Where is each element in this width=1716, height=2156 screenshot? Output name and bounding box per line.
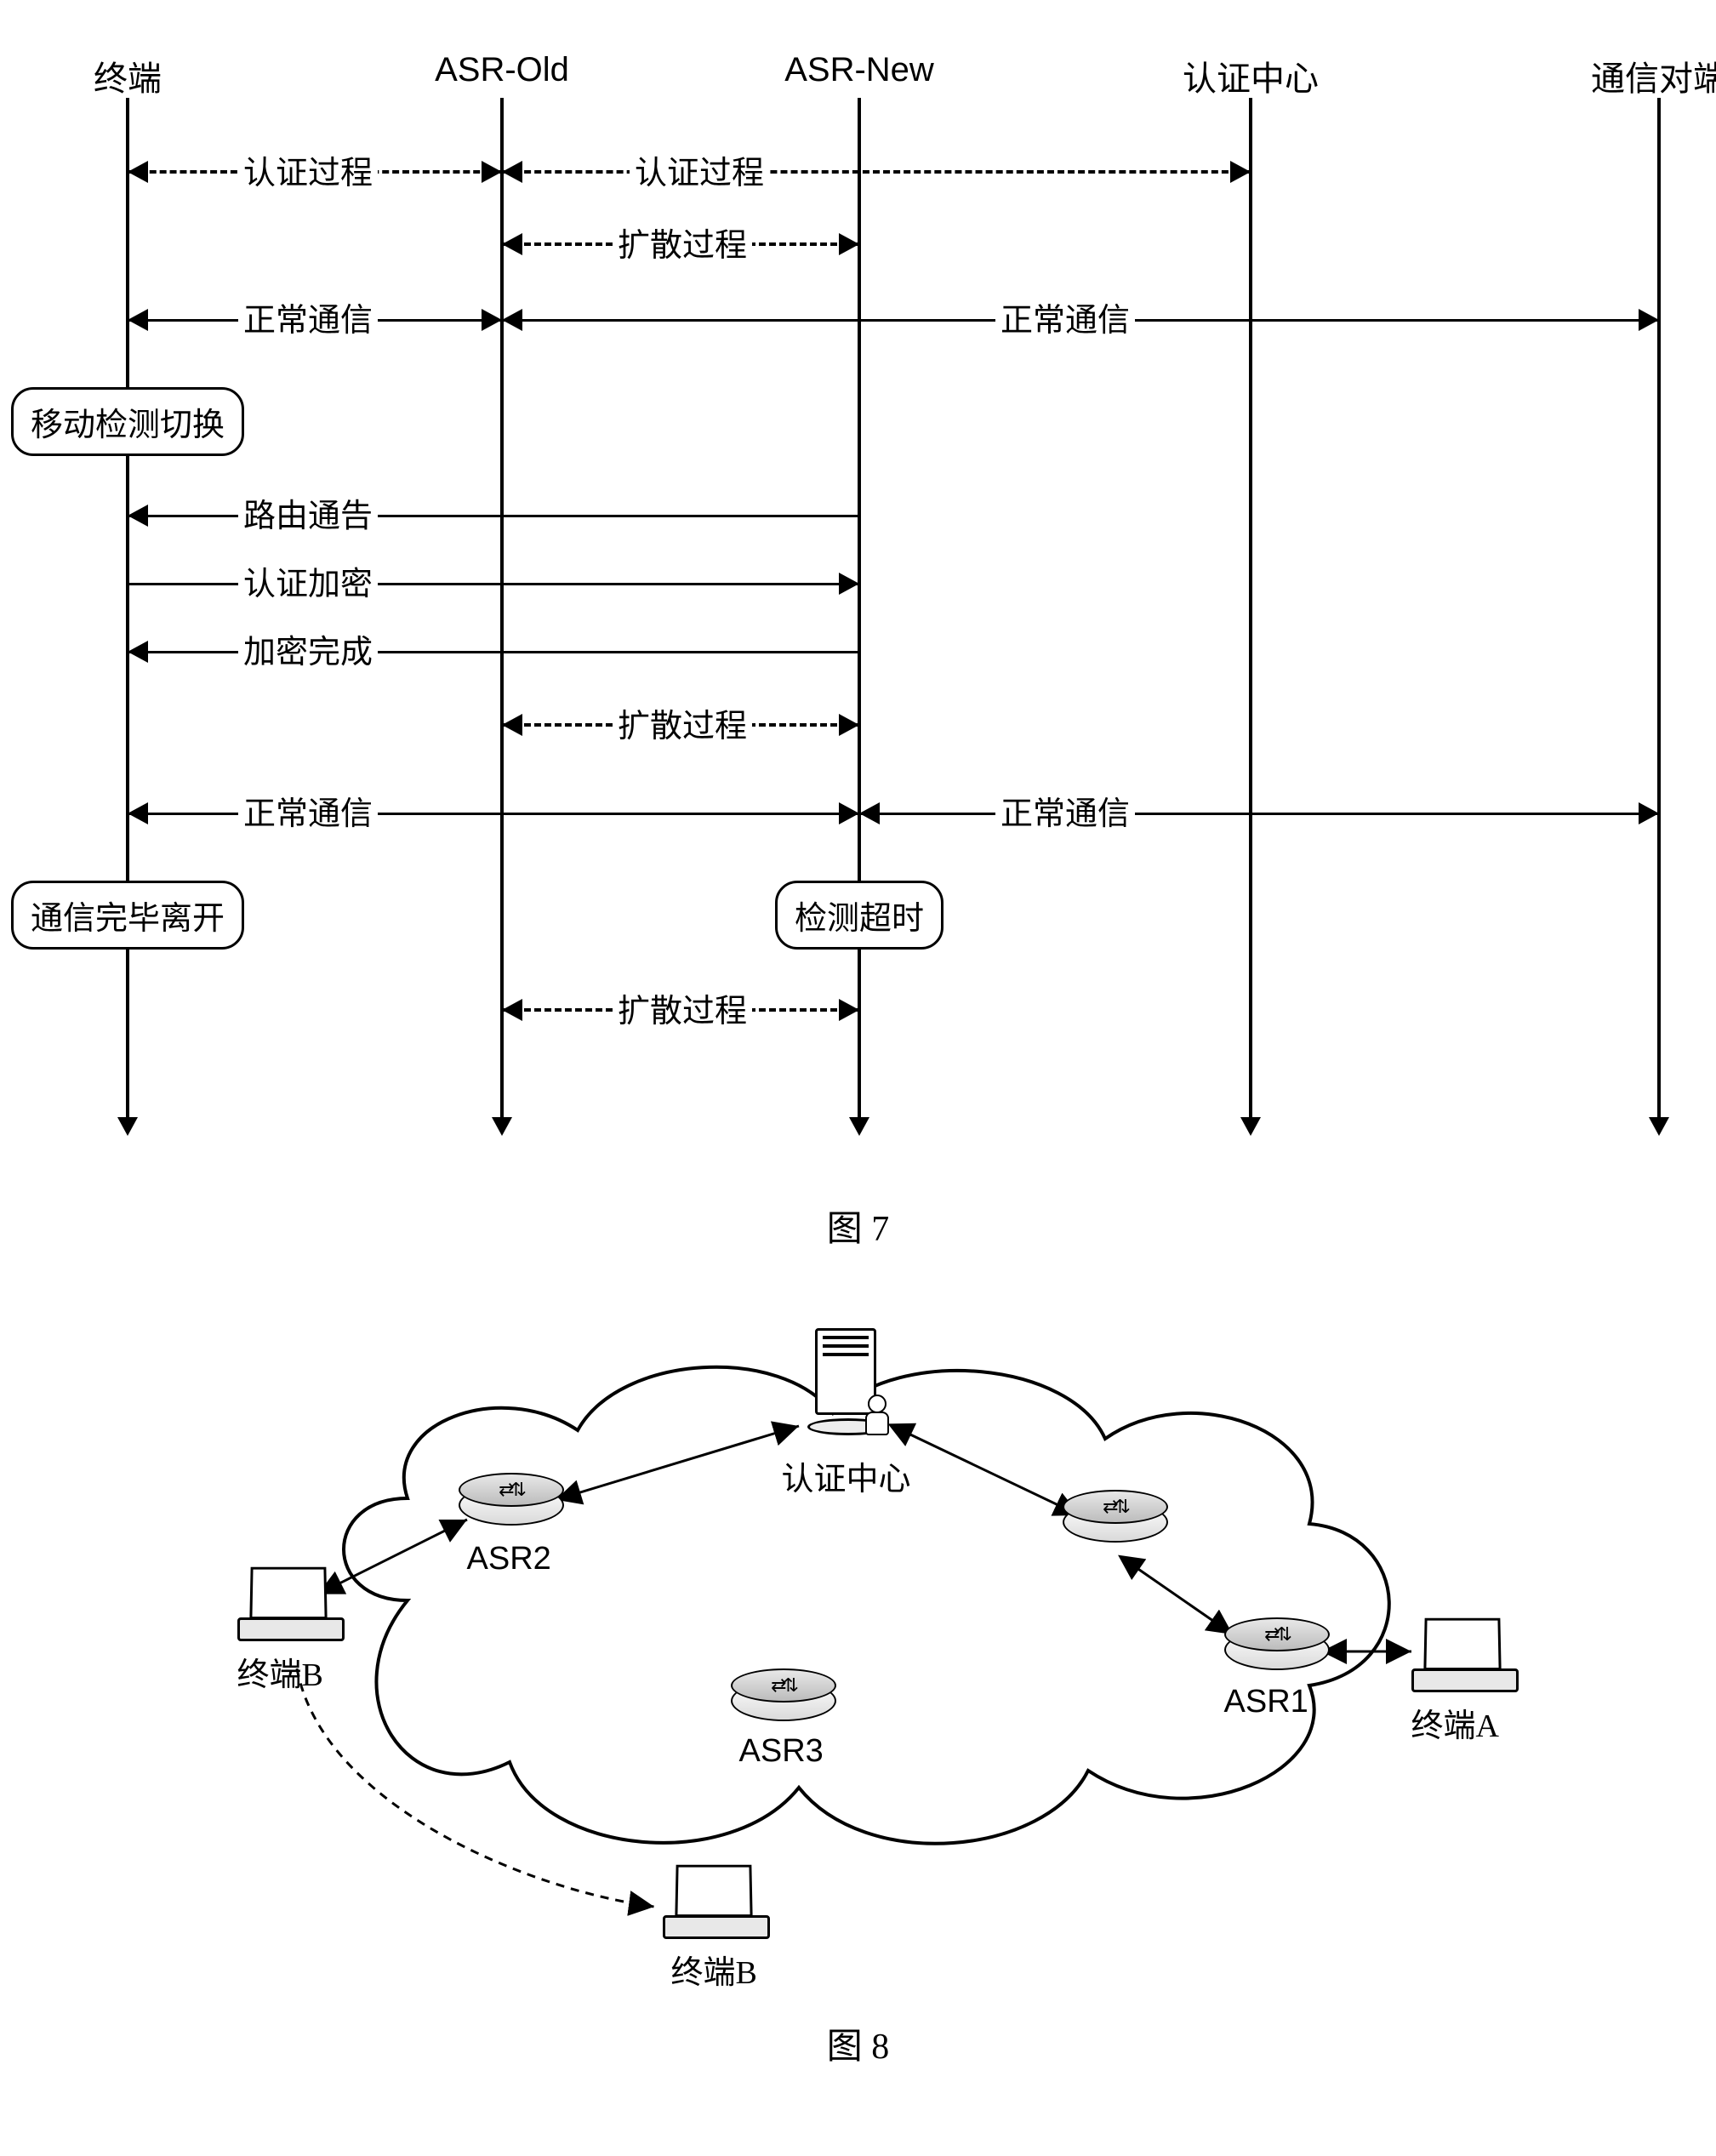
laptop-icon: [1411, 1617, 1514, 1694]
label-auth-center: 认证中心: [782, 1452, 911, 1499]
label-auth-process-1: 认证过程: [238, 146, 378, 193]
router-icon: ⇄⇅: [1224, 1617, 1326, 1677]
label-terminal-a: 终端A: [1411, 1699, 1499, 1746]
label-auth-encrypt: 认证加密: [238, 557, 378, 604]
actor-asr-old: ASR-Old: [435, 51, 569, 89]
lifeline-auth-center: [1249, 98, 1252, 1119]
label-diffusion-1: 扩散过程: [613, 219, 752, 265]
label-diffusion-2: 扩散过程: [613, 699, 752, 746]
label-terminal-b2: 终端B: [671, 1946, 757, 1993]
label-normal-1a: 正常通信: [238, 294, 378, 340]
msg-normal-2b: [861, 813, 1657, 815]
state-detect-timeout: 检测超时: [775, 881, 944, 950]
label-auth-process-2: 认证过程: [630, 146, 769, 193]
fig8-caption: 图 8: [17, 2017, 1699, 2069]
state-mobile-detect: 移动检测切换: [11, 387, 244, 456]
label-normal-2a: 正常通信: [238, 787, 378, 834]
actor-auth-center: 认证中心: [1183, 51, 1319, 100]
label-normal-1b: 正常通信: [995, 294, 1135, 340]
label-asr3: ASR3: [739, 1733, 824, 1770]
label-asr1: ASR1: [1224, 1684, 1308, 1720]
fig7-caption: 图 7: [17, 1200, 1699, 1252]
router-icon: ⇄⇅: [459, 1473, 561, 1532]
network-diagram-fig8: 认证中心 ⇄⇅ ASR2 ⇄⇅ ⇄⇅ ASR1 ⇄⇅ ASR3 终端B 终端A …: [220, 1277, 1497, 2009]
actor-asr-new: ASR-New: [784, 51, 934, 89]
label-terminal-b: 终端B: [237, 1648, 323, 1695]
msg-auth-process-2: [504, 170, 1249, 174]
label-route-adv: 路由通告: [238, 489, 378, 536]
sequence-diagram-fig7: 终端 ASR-Old ASR-New 认证中心 通信对端 认证过程 认证过程 扩…: [17, 17, 1685, 1166]
router-icon: ⇄⇅: [731, 1668, 833, 1728]
state-comm-done-leave: 通信完毕离开: [11, 881, 244, 950]
lifeline-peer: [1657, 98, 1661, 1119]
server-icon: [807, 1328, 884, 1447]
laptop-icon: [237, 1566, 339, 1643]
laptop-icon: [663, 1864, 765, 1941]
label-diffusion-3: 扩散过程: [613, 984, 752, 1031]
actor-terminal: 终端: [94, 51, 162, 100]
actor-peer: 通信对端: [1591, 51, 1716, 100]
router-icon: ⇄⇅: [1063, 1490, 1165, 1549]
label-asr2: ASR2: [467, 1541, 551, 1577]
label-encrypt-done: 加密完成: [238, 625, 378, 672]
label-normal-2b: 正常通信: [995, 787, 1135, 834]
lifeline-terminal: [126, 98, 129, 1119]
